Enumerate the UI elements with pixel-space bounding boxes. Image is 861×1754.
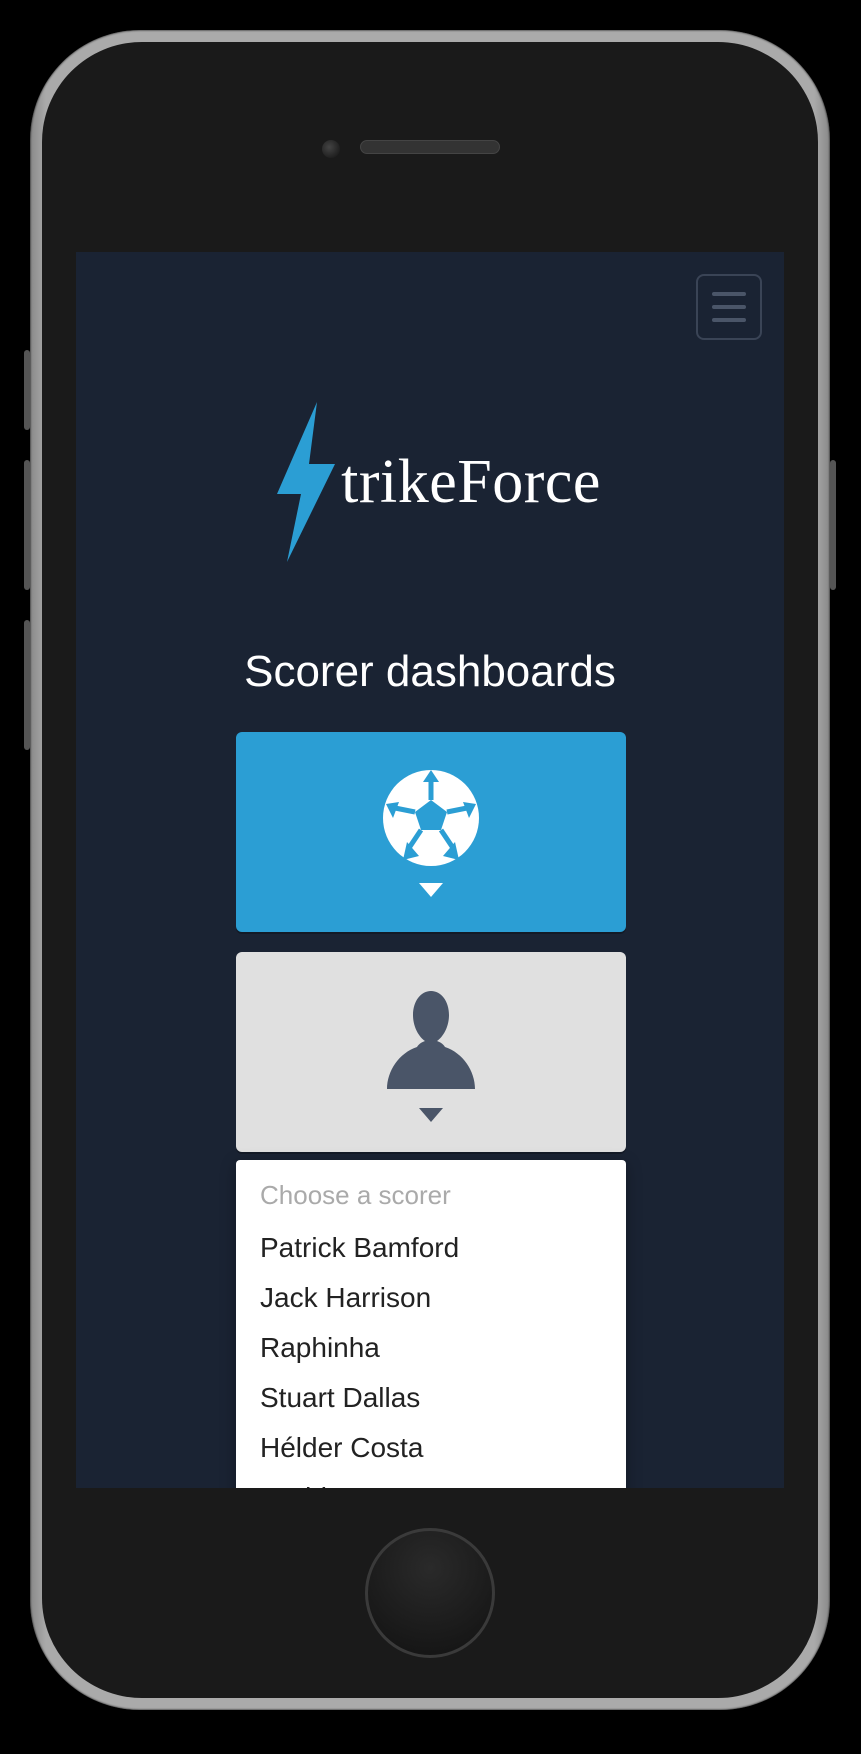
brand-name: trikeForce [341, 447, 601, 518]
dropdown-prompt: Choose a scorer [236, 1174, 626, 1223]
dropdown-option[interactable]: Rodrigo Moreno [236, 1473, 626, 1488]
person-icon [381, 983, 481, 1098]
dropdown-option[interactable]: Stuart Dallas [236, 1373, 626, 1423]
dropdown-option[interactable]: Hélder Costa [236, 1423, 626, 1473]
front-camera [322, 140, 340, 158]
lightning-bolt-icon [259, 402, 349, 562]
power-button [830, 460, 836, 590]
scorer-selector-card[interactable] [236, 952, 626, 1152]
phone-top-bar [42, 42, 818, 252]
phone-bezel: trikeForce Scorer dashboards [42, 42, 818, 1698]
volume-up-button [24, 460, 30, 590]
volume-down-button [24, 620, 30, 750]
earpiece-speaker [360, 140, 500, 154]
team-selector-card[interactable] [236, 732, 626, 932]
scorer-dropdown-menu: Choose a scorer Patrick Bamford Jack Har… [236, 1160, 626, 1488]
menu-button[interactable] [696, 274, 762, 340]
app-logo: trikeForce [76, 402, 784, 567]
chevron-down-icon [419, 1108, 443, 1122]
chevron-down-icon [419, 883, 443, 897]
mute-switch [24, 350, 30, 430]
phone-frame: trikeForce Scorer dashboards [30, 30, 830, 1710]
hamburger-icon [712, 292, 746, 296]
dropdown-option[interactable]: Jack Harrison [236, 1273, 626, 1323]
app-screen: trikeForce Scorer dashboards [76, 252, 784, 1488]
football-icon [381, 768, 481, 873]
dropdown-option[interactable]: Patrick Bamford [236, 1223, 626, 1273]
page-title: Scorer dashboards [76, 647, 784, 697]
dropdown-option[interactable]: Raphinha [236, 1323, 626, 1373]
home-button[interactable] [365, 1528, 495, 1658]
